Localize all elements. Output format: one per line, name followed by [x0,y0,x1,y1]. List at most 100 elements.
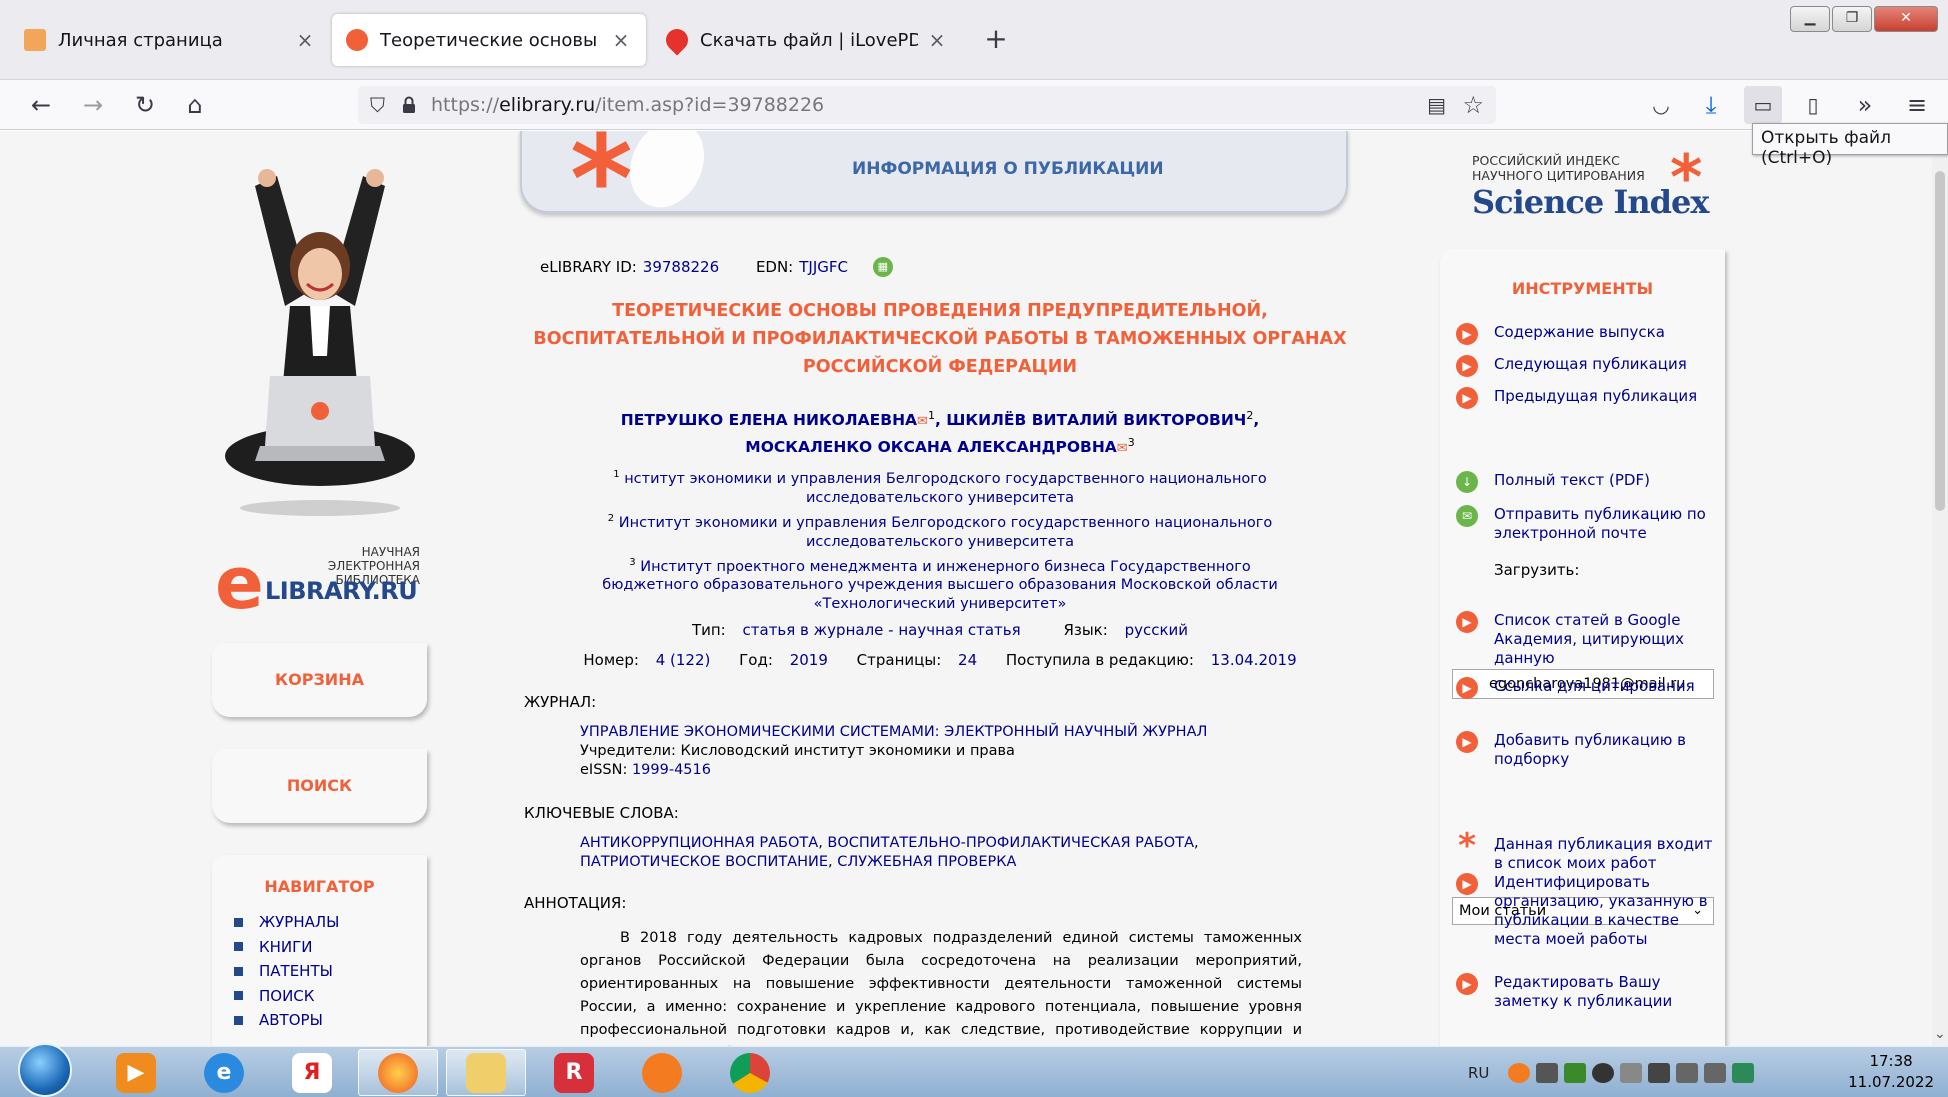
issue-number-link[interactable]: 4 (122) [656,651,711,669]
tray-status-icon[interactable] [1732,1062,1755,1083]
journal-founders: Учредители: Кисловодский институт эконом… [580,743,1015,759]
elibrary-id-link[interactable]: 39788226 [643,258,719,276]
email-envelope-icon[interactable]: ✉ [917,414,928,429]
author-link[interactable]: ПЕТРУШКО ЕЛЕНА НИКОЛАЕВНА [621,411,917,429]
journal-info: УПРАВЛЕНИЕ ЭКОНОМИЧЕСКИМИ СИСТЕМАМИ: ЭЛЕ… [580,723,1208,778]
menu-hamburger-icon[interactable]: ≡ [1898,86,1936,124]
abstract-text: В 2018 году деятельность кадровых подраз… [580,930,1302,1046]
tool-previous-publication[interactable]: ▶ Предыдущая публикация [1456,387,1716,409]
tab-active-publication[interactable]: Теоретические основы прове… × [332,14,646,66]
nav-item-patents[interactable]: ПАТЕНТЫ [234,959,427,984]
sidebar-icon[interactable]: ▯ [1794,86,1832,124]
tool-my-works[interactable]: * Данная публикация входит в список моих … [1456,829,1716,873]
year-link[interactable]: 2019 [790,651,828,669]
affiliation-link[interactable]: 3 Институт проектного менеджмента и инже… [580,553,1300,615]
taskbar-fb-reader[interactable]: R [534,1049,614,1096]
search-button[interactable]: ПОИСК [212,749,427,823]
chrome-icon [730,1052,770,1093]
author-link[interactable]: ШКИЛЁВ ВИТАЛИЙ ВИКТОРОВИЧ [946,411,1246,429]
tray-app-icon[interactable] [1536,1062,1559,1083]
pocket-icon[interactable]: ◡ [1642,86,1680,124]
volume-icon[interactable] [1676,1062,1699,1083]
tool-full-text-pdf[interactable]: ↓ Полный текст (PDF) [1456,471,1716,493]
minimize-button[interactable]: ▁ [1790,6,1830,32]
language-indicator[interactable]: RU [1468,1064,1489,1082]
bullet-icon [234,1015,243,1025]
elibrary-favicon-icon [346,29,368,51]
url-text: https://elibrary.ru/item.asp?id=39788226 [431,94,825,116]
forward-arrow-icon[interactable]: → [74,86,112,124]
cart-button[interactable]: КОРЗИНА [212,643,427,717]
page-scrollbar[interactable]: ⌄ [1932,131,1948,1046]
speaker-icon[interactable] [1704,1062,1727,1083]
tool-add-to-collection[interactable]: ▶ Добавить публикацию в подборку [1456,731,1716,769]
bookmark-star-icon[interactable]: ☆ [1462,91,1484,119]
close-tab-icon[interactable]: × [610,28,632,52]
email-envelope-icon[interactable]: ✉ [1117,441,1128,456]
open-file-icon[interactable]: ▭ [1744,86,1782,124]
taskbar-file-explorer[interactable] [446,1049,526,1096]
play-arrow-icon: ▶ [1456,611,1478,633]
author-link[interactable]: МОСКАЛЕНКО ОКСАНА АЛЕКСАНДРОВНА [745,438,1117,456]
edn-link[interactable]: TJJGFC [799,258,848,276]
tab-ilovepdf[interactable]: Скачать файл | iLovePDF × [652,14,962,66]
scroll-down-arrow-icon[interactable]: ⌄ [1934,1026,1946,1042]
close-tab-icon[interactable]: × [926,28,948,52]
taskbar-avast[interactable] [622,1049,702,1096]
overflow-chevron-icon[interactable]: » [1846,86,1884,124]
new-tab-button[interactable]: + [980,22,1012,55]
start-button[interactable] [18,1043,72,1097]
keyword-link[interactable]: СЛУЖЕБНАЯ ПРОВЕРКА [837,854,1016,870]
language-link[interactable]: русский [1125,621,1188,639]
close-tab-icon[interactable]: × [294,28,316,52]
nav-item-books[interactable]: КНИГИ [234,935,427,960]
nvidia-icon[interactable] [1564,1062,1587,1083]
taskbar-chrome[interactable] [710,1049,790,1096]
reload-icon[interactable]: ↻ [126,86,164,124]
eissn-link[interactable]: 1999-4516 [632,762,711,778]
system-clock[interactable]: 17:38 11.07.2022 [1848,1051,1934,1093]
reader-view-icon[interactable]: ▤ [1427,93,1446,117]
tool-next-publication[interactable]: ▶ Следующая публикация [1456,355,1716,377]
back-arrow-icon[interactable]: ← [22,86,60,124]
type-link[interactable]: статья в журнале - научная статья [743,621,1021,639]
nav-item-journals[interactable]: ЖУРНАЛЫ [234,910,427,935]
tool-google-scholar-citations[interactable]: ▶ Список статей в Google Академия, цитиру… [1456,611,1716,668]
network-signal-icon[interactable] [1648,1062,1671,1083]
downloads-icon[interactable]: ⤓ [1692,86,1730,124]
qr-code-icon[interactable]: ▦ [872,257,893,277]
keyword-link[interactable]: АНТИКОРРУПЦИОННАЯ РАБОТА [580,835,818,851]
journal-link[interactable]: УПРАВЛЕНИЕ ЭКОНОМИЧЕСКИМИ СИСТЕМАМИ: ЭЛЕ… [580,723,1207,742]
nav-item-authors[interactable]: АВТОРЫ [234,1008,427,1033]
flag-icon[interactable] [1620,1062,1643,1083]
taskbar-firefox[interactable] [358,1049,438,1096]
tray-device-icon[interactable] [1592,1062,1615,1083]
taskbar-yandex[interactable]: Я [272,1049,352,1096]
authors-list: ПЕТРУШКО ЕЛЕНА НИКОЛАЕВНА✉1, ШКИЛЁВ ВИТА… [620,409,1260,457]
tracking-shield-icon[interactable]: ⛉ [370,93,385,117]
tab-personal-page[interactable]: Личная страница × [10,14,330,66]
edn-label: EDN: [755,257,794,276]
tool-issue-contents[interactable]: ▶ Содержание выпуска [1456,323,1716,345]
elibrary-logo[interactable]: e НАУЧНАЯ ЭЛЕКТРОННАЯ БИБЛИОТЕКА LIBRARY… [215,541,425,619]
tool-send-email[interactable]: ✉ Отправить публикацию по электронной поч… [1456,505,1716,543]
window-close-button[interactable]: ✕ [1874,6,1938,32]
home-icon[interactable]: ⌂ [176,86,214,124]
keyword-link[interactable]: ВОСПИТАТЕЛЬНО-ПРОФИЛАКТИЧЕСКАЯ РАБОТА [827,835,1194,851]
bullet-icon [234,942,243,952]
affiliation-link[interactable]: 2 Институт экономики и управления Белгор… [580,509,1300,552]
avast-tray-icon[interactable] [1508,1062,1531,1083]
nav-item-search[interactable]: ПОИСК [234,984,427,1009]
tool-edit-note[interactable]: ▶ Редактировать Вашу заметку к публикации [1456,973,1716,1011]
scrollbar-thumb[interactable] [1935,171,1945,511]
keyword-link[interactable]: ПАТРИОТИЧЕСКОЕ ВОСПИТАНИЕ [580,854,828,870]
taskbar-media-player[interactable]: ▶ [96,1049,176,1096]
tool-citation-link[interactable]: ▶ Ссылка для цитирования [1456,677,1716,699]
affiliation-link[interactable]: 1 нститут экономики и управления Белгоро… [580,465,1300,508]
taskbar-internet-explorer[interactable]: e [184,1049,264,1096]
maximize-button[interactable]: ❐ [1832,6,1872,32]
science-index-logo[interactable]: РОССИЙСКИЙ ИНДЕКС НАУЧНОГО ЦИТИРОВАНИЯ S… [1472,147,1732,233]
address-bar[interactable]: ⛉ https://elibrary.ru/item.asp?id=397882… [358,86,1496,124]
tool-identify-organization[interactable]: ▶ Идентифицировать организацию, указанную… [1456,873,1716,949]
lock-icon[interactable] [401,96,417,114]
